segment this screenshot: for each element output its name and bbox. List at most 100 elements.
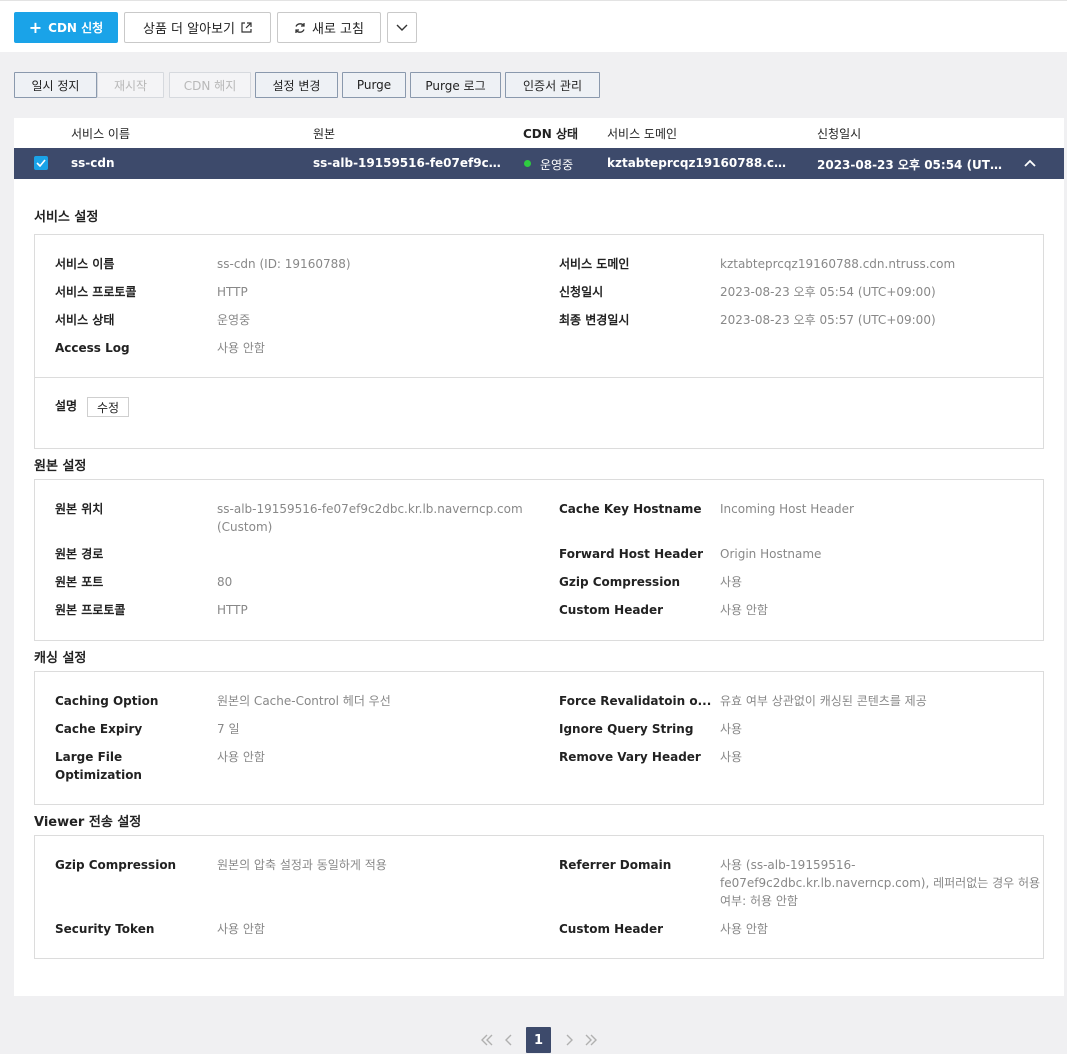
origin-custom-header-value: 사용 안함 — [720, 603, 768, 617]
ignore-qs-label: Ignore Query String — [559, 722, 694, 736]
referrer-domain-value-line1: 사용 (ss-alb-19159516- — [720, 858, 856, 872]
caching-option-value: 원본의 Cache-Control 헤더 우선 — [217, 694, 391, 708]
header-cdn-status[interactable]: CDN 상태 — [523, 125, 578, 142]
description-label: 설명 — [55, 399, 78, 413]
origin-protocol-label: 원본 프로토콜 — [55, 603, 126, 617]
chevron-down-icon — [396, 24, 408, 32]
cert-manage-button[interactable]: 인증서 관리 — [505, 72, 600, 98]
referrer-domain-value-line3: 여부: 허용 안함 — [720, 894, 798, 908]
access-log-label: Access Log — [55, 341, 130, 355]
service-name-label: 서비스 이름 — [55, 257, 115, 271]
refresh-button[interactable]: 새로 고침 — [277, 12, 381, 43]
caching-option-label: Caching Option — [55, 694, 159, 708]
refresh-icon — [294, 22, 306, 34]
learn-more-button[interactable]: 상품 더 알아보기 — [124, 12, 271, 43]
cache-key-value: Incoming Host Header — [720, 502, 854, 516]
service-settings-box: 서비스 이름 ss-cdn (ID: 19160788) 서비스 프로토콜 HT… — [34, 234, 1044, 449]
origin-gzip-value: 사용 — [720, 575, 743, 589]
force-reval-value: 유효 여부 상관없이 캐싱된 콘텐츠를 제공 — [720, 694, 927, 708]
domain-value: kztabteprcqz19160788.cdn.ntruss.com — [720, 257, 956, 271]
security-token-label: Security Token — [55, 922, 155, 936]
cdn-list-panel: 서비스 이름 원본 CDN 상태 서비스 도메인 신청일시 ss-cdn ss-… — [14, 118, 1064, 996]
viewer-gzip-value: 원본의 압축 설정과 동일하게 적용 — [217, 858, 387, 872]
learn-more-label: 상품 더 알아보기 — [143, 22, 235, 37]
requested-value: 2023-08-23 오후 05:54 (UTC+09:00) — [720, 285, 936, 299]
purge-log-button[interactable]: Purge 로그 — [410, 72, 501, 98]
top-toolbar: + CDN 신청 상품 더 알아보기 새로 고침 — [0, 0, 1067, 52]
origin-location-type: (Custom) — [217, 520, 273, 534]
next-page-icon[interactable] — [562, 1027, 576, 1053]
forward-host-label: Forward Host Header — [559, 547, 704, 561]
viewer-settings-box: Gzip Compression 원본의 압축 설정과 동일하게 적용 Secu… — [34, 835, 1044, 959]
row-checkbox[interactable] — [34, 156, 48, 170]
modified-label: 최종 변경일시 — [559, 313, 630, 327]
origin-gzip-label: Gzip Compression — [559, 575, 681, 589]
large-file-value: 사용 안함 — [217, 750, 265, 764]
external-link-icon — [241, 22, 252, 33]
row-service-name: ss-cdn — [71, 156, 115, 170]
chevron-up-icon[interactable] — [1024, 156, 1036, 173]
header-requested-at[interactable]: 신청일시 — [817, 125, 861, 142]
cache-expiry-value: 7 일 — [217, 722, 240, 736]
cache-key-label: Cache Key Hostname — [559, 502, 702, 516]
last-page-icon[interactable] — [582, 1027, 600, 1053]
cache-expiry-label: Cache Expiry — [55, 722, 143, 736]
force-reval-label: Force Revalidatoin o... — [559, 694, 712, 708]
apply-cdn-label: CDN 신청 — [48, 21, 104, 35]
origin-protocol-value: HTTP — [217, 603, 248, 617]
origin-path-label: 원본 경로 — [55, 547, 104, 561]
purge-log-label: Purge 로그 — [425, 78, 486, 93]
cancel-cdn-button[interactable]: CDN 해지 — [169, 72, 251, 98]
ignore-qs-value: 사용 — [720, 722, 743, 736]
remove-vary-value: 사용 — [720, 750, 743, 764]
large-file-label-line1: Large File — [55, 750, 123, 764]
table-row[interactable]: ss-cdn ss-alb-19159516-fe07ef9c2dbc.kr.l… — [14, 148, 1064, 179]
origin-port-label: 원본 포트 — [55, 575, 104, 589]
purge-button[interactable]: Purge — [342, 72, 406, 98]
status-running-icon — [524, 160, 531, 167]
origin-location-value: ss-alb-19159516-fe07ef9c2dbc.kr.lb.naver… — [217, 502, 523, 516]
header-origin[interactable]: 원본 — [313, 125, 335, 142]
apply-cdn-button[interactable]: + CDN 신청 — [14, 12, 118, 43]
more-dropdown-button[interactable] — [387, 12, 417, 43]
refresh-label: 새로 고침 — [312, 22, 364, 37]
origin-settings-title: 원본 설정 — [34, 459, 87, 474]
edit-description-label: 수정 — [96, 400, 120, 415]
cancel-cdn-label: CDN 해지 — [183, 78, 237, 93]
row-domain: kztabteprcqz19160788.cdn.ntruss.com — [607, 156, 794, 170]
header-service-name[interactable]: 서비스 이름 — [71, 125, 130, 142]
restart-button[interactable]: 재시작 — [97, 72, 164, 98]
security-token-value: 사용 안함 — [217, 922, 265, 936]
service-name-value: ss-cdn (ID: 19160788) — [217, 257, 351, 271]
row-origin: ss-alb-19159516-fe07ef9c2dbc.kr.lb.naver… — [313, 156, 503, 170]
viewer-gzip-label: Gzip Compression — [55, 858, 177, 872]
status-value: 운영중 — [217, 313, 251, 327]
page-number[interactable]: 1 — [526, 1027, 551, 1053]
plus-icon: + — [28, 17, 43, 37]
referrer-domain-value-line2: fe07ef9c2dbc.kr.lb.naverncp.com), 레퍼러없는 … — [720, 876, 1041, 890]
requested-label: 신청일시 — [559, 285, 604, 299]
domain-label: 서비스 도메인 — [559, 257, 630, 271]
protocol-value: HTTP — [217, 285, 248, 299]
origin-settings-box: 원본 위치 ss-alb-19159516-fe07ef9c2dbc.kr.lb… — [34, 479, 1044, 641]
header-service-domain[interactable]: 서비스 도메인 — [607, 125, 677, 142]
row-requested-at: 2023-08-23 오후 05:54 (UTC+09:00) — [817, 158, 1009, 172]
referrer-domain-label: Referrer Domain — [559, 858, 672, 872]
edit-description-button[interactable]: 수정 — [87, 397, 129, 417]
table-header: 서비스 이름 원본 CDN 상태 서비스 도메인 신청일시 — [14, 118, 1064, 148]
access-log-value: 사용 안함 — [217, 341, 265, 355]
origin-custom-header-label: Custom Header — [559, 603, 664, 617]
large-file-label-line2: Optimization — [55, 768, 142, 782]
viewer-custom-header-label: Custom Header — [559, 922, 664, 936]
modified-value: 2023-08-23 오후 05:57 (UTC+09:00) — [720, 313, 936, 327]
pause-label: 일시 정지 — [31, 78, 80, 93]
change-settings-button[interactable]: 설정 변경 — [255, 72, 338, 98]
pause-button[interactable]: 일시 정지 — [14, 72, 97, 98]
prev-page-icon[interactable] — [502, 1027, 516, 1053]
first-page-icon[interactable] — [478, 1027, 496, 1053]
purge-label: Purge — [356, 78, 392, 92]
caching-settings-title: 캐싱 설정 — [34, 651, 87, 666]
restart-label: 재시작 — [113, 78, 148, 93]
protocol-label: 서비스 프로토콜 — [55, 285, 137, 299]
check-icon — [36, 159, 46, 167]
